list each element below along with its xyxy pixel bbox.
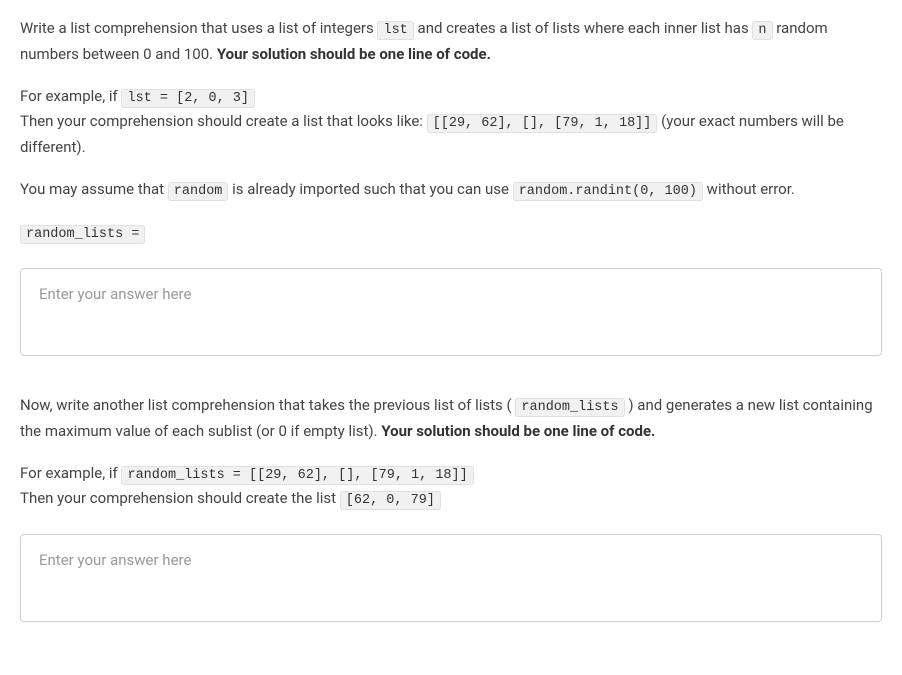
q2-example-code: random_lists = [[29, 62], [], [79, 1, 18… xyxy=(121,466,473,485)
code-lst: lst xyxy=(377,21,413,40)
q1-example-pre: For example, if xyxy=(20,87,121,105)
q1-example-line1: For example, if lst = [2, 0, 3] xyxy=(20,84,882,110)
q1-example-result: [[29, 62], [], [79, 1, 18]] xyxy=(427,114,658,133)
q2-example-pre: For example, if xyxy=(20,464,121,482)
q1-answer-input[interactable] xyxy=(20,268,882,356)
q1-intro: Write a list comprehension that uses a l… xyxy=(20,16,882,66)
q1-assume: You may assume that random is already im… xyxy=(20,177,882,203)
q1-text-2: and creates a list of lists where each i… xyxy=(418,19,753,37)
q1-assume-mid: is already imported such that you can us… xyxy=(232,180,513,198)
q1-bold-instruction: Your solution should be one line of code… xyxy=(217,45,491,63)
q1-assume-code2: random.randint(0, 100) xyxy=(513,182,703,201)
q2-example-result: [62, 0, 79] xyxy=(340,491,441,510)
q1-text-1: Write a list comprehension that uses a l… xyxy=(20,19,377,37)
q1-example-then: Then your comprehension should create a … xyxy=(20,112,427,130)
code-n: n xyxy=(752,21,772,40)
q1-assume-code1: random xyxy=(168,182,229,201)
q1-assignment-code: random_lists = xyxy=(20,225,145,244)
q2-answer-input[interactable] xyxy=(20,534,882,622)
code-random-lists: random_lists xyxy=(515,398,624,417)
q1-assignment-label: random_lists = xyxy=(20,220,882,246)
q1-example-code: lst = [2, 0, 3] xyxy=(121,89,255,108)
q1-assume-post: without error. xyxy=(707,180,795,198)
q2-bold-instruction: Your solution should be one line of code… xyxy=(381,422,655,440)
q2-example-line2: Then your comprehension should create th… xyxy=(20,486,882,512)
q1-example-line2: Then your comprehension should create a … xyxy=(20,109,882,159)
q2-text-1: Now, write another list comprehension th… xyxy=(20,396,512,414)
q2-example-then: Then your comprehension should create th… xyxy=(20,489,340,507)
q2-example-line1: For example, if random_lists = [[29, 62]… xyxy=(20,461,882,487)
q1-assume-pre: You may assume that xyxy=(20,180,168,198)
q2-intro: Now, write another list comprehension th… xyxy=(20,393,882,443)
